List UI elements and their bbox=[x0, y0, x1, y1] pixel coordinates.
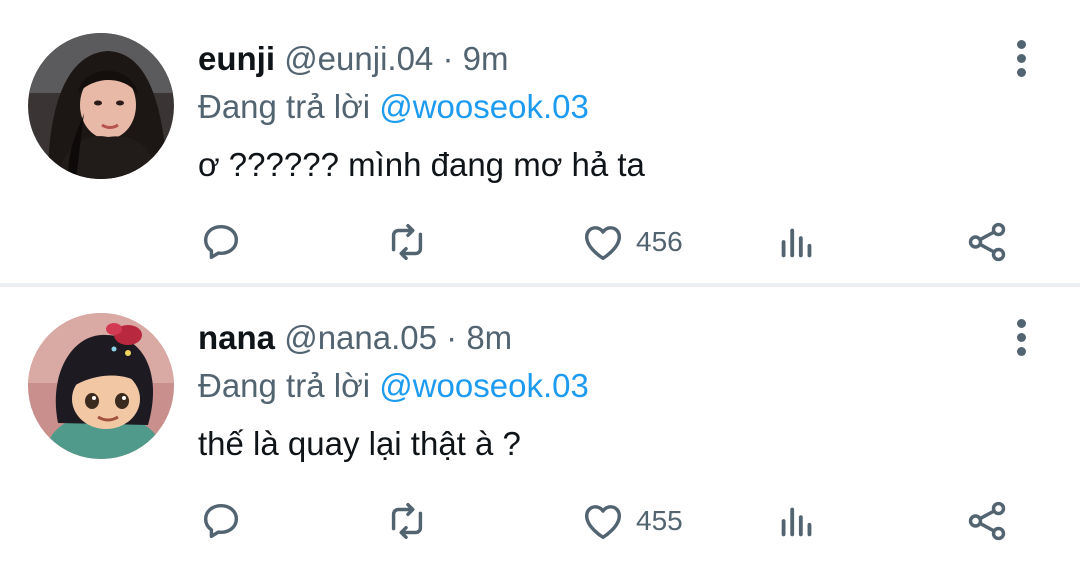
mention-link[interactable]: @wooseok.03 bbox=[379, 88, 589, 125]
share-button[interactable] bbox=[964, 497, 1010, 545]
cartoon-avatar-icon bbox=[28, 313, 174, 459]
tweet[interactable]: nana @nana.05 · 8m Đang trả lời @wooseok… bbox=[0, 286, 1080, 563]
tweet-text: ơ ?????? mình đang mơ hả ta bbox=[198, 146, 645, 183]
retweet-button[interactable] bbox=[384, 497, 430, 545]
mention-link[interactable]: @wooseok.03 bbox=[379, 367, 589, 404]
more-options-icon[interactable] bbox=[1010, 319, 1032, 359]
retweet-icon bbox=[391, 223, 423, 261]
reply-icon bbox=[203, 503, 239, 539]
tweet-header: eunji @eunji.04 · 9m bbox=[198, 40, 508, 78]
like-count: 455 bbox=[636, 505, 683, 536]
handle[interactable]: @eunji.04 bbox=[284, 40, 433, 77]
like-button[interactable]: 455 bbox=[580, 497, 683, 545]
views-button[interactable] bbox=[774, 218, 820, 266]
replying-to-label: Đang trả lời bbox=[198, 88, 380, 125]
heart-icon bbox=[584, 226, 622, 261]
retweet-icon bbox=[391, 502, 423, 540]
display-name[interactable]: eunji bbox=[198, 40, 275, 77]
replying-to: Đang trả lời @wooseok.03 bbox=[198, 367, 589, 405]
views-chart-icon bbox=[781, 507, 812, 537]
like-count: 456 bbox=[636, 226, 683, 257]
retweet-button[interactable] bbox=[384, 218, 430, 266]
reply-button[interactable] bbox=[198, 497, 244, 545]
replying-to: Đang trả lời @wooseok.03 bbox=[198, 88, 589, 126]
views-chart-icon bbox=[781, 228, 812, 258]
share-icon bbox=[968, 222, 1006, 262]
separator: · bbox=[437, 319, 467, 356]
timestamp[interactable]: 9m bbox=[463, 40, 509, 77]
views-button[interactable] bbox=[774, 497, 820, 545]
more-options-icon[interactable] bbox=[1010, 40, 1032, 80]
share-button[interactable] bbox=[964, 218, 1010, 266]
tweet-header: nana @nana.05 · 8m bbox=[198, 319, 512, 357]
display-name[interactable]: nana bbox=[198, 319, 275, 356]
reply-icon bbox=[203, 224, 239, 260]
handle[interactable]: @nana.05 bbox=[284, 319, 437, 356]
reply-button[interactable] bbox=[198, 218, 244, 266]
avatar[interactable] bbox=[28, 313, 174, 459]
tweet-text: thế là quay lại thật à ? bbox=[198, 425, 521, 462]
avatar[interactable] bbox=[28, 33, 174, 179]
like-button[interactable]: 456 bbox=[580, 218, 683, 266]
share-icon bbox=[968, 501, 1006, 541]
heart-icon bbox=[584, 505, 622, 540]
replying-to-label: Đang trả lời bbox=[198, 367, 380, 404]
timestamp[interactable]: 8m bbox=[466, 319, 512, 356]
tweet[interactable]: eunji @eunji.04 · 9m Đang trả lời @woose… bbox=[0, 0, 1080, 280]
profile-photo-icon bbox=[28, 33, 174, 179]
separator: · bbox=[433, 40, 463, 77]
